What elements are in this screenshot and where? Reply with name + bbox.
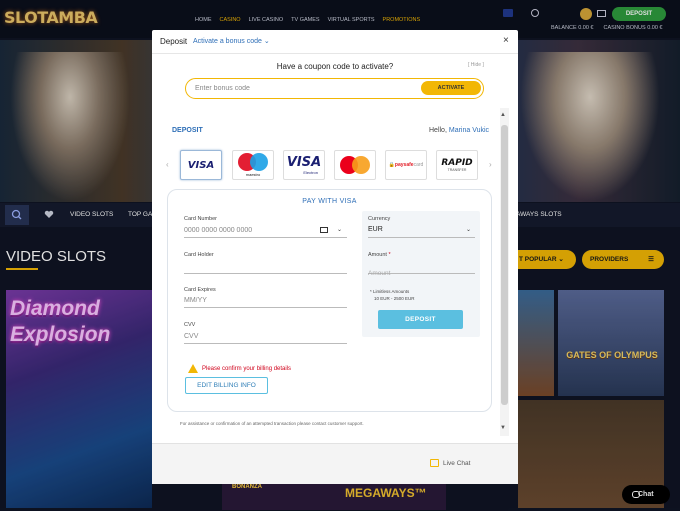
amount-label-text: Amount <box>368 252 387 258</box>
warning-icon <box>188 364 198 373</box>
edit-billing-button[interactable]: EDIT BILLING INFO <box>185 377 268 394</box>
payment-method-paysafecard[interactable]: 🔒paysafecard <box>385 150 427 180</box>
card-holder-field <box>184 262 347 274</box>
paysafecard-logo: 🔒paysafecard <box>388 162 424 168</box>
coupon-question: Have a coupon code to activate? <box>276 62 394 71</box>
payment-method-rapid[interactable]: RAPID TRANSFER <box>436 150 478 180</box>
card-holder-input[interactable] <box>184 263 347 270</box>
activate-bonus-link[interactable]: Activate a bonus code ⌄ <box>193 37 270 45</box>
chevron-left-icon[interactable]: ‹ <box>166 160 169 169</box>
billing-warning: Please confirm your billing details <box>202 366 292 372</box>
cvv-input[interactable] <box>184 333 347 340</box>
activate-button[interactable]: ACTIVATE <box>421 81 481 95</box>
rapid-sublabel: TRANSFER <box>447 168 467 172</box>
limits-range: 10 EUR - 2500 EUR <box>374 296 415 301</box>
scrollbar-thumb[interactable] <box>501 125 508 405</box>
rapid-logo: RAPID <box>441 158 473 168</box>
scroll-down-icon[interactable]: ▼ <box>500 425 506 431</box>
deposit-submit-button[interactable]: DEPOSIT <box>378 310 463 329</box>
bonus-link-label: Activate a bonus code <box>193 38 262 45</box>
deposit-limits: * Limitless Amounts 10 EUR - 2500 EUR <box>370 288 415 302</box>
pay-with-title: PAY WITH VISA <box>302 198 357 205</box>
modal-title: Deposit <box>160 37 188 46</box>
assistance-note: For assistance or confirmation of an att… <box>180 421 364 426</box>
card-expires-input[interactable] <box>184 297 347 304</box>
limits-title: * Limitless Amounts <box>370 289 410 294</box>
payment-method-mastercard[interactable] <box>334 150 376 180</box>
currency-label: Currency <box>368 216 391 222</box>
chevron-down-icon[interactable]: ⌄ <box>337 226 342 233</box>
cvv-label: CVV <box>184 322 196 328</box>
cvv-field <box>184 332 347 344</box>
currency-value: EUR <box>368 226 383 233</box>
card-number-input[interactable] <box>184 227 314 234</box>
chevron-down-icon: ⌄ <box>263 38 270 45</box>
amount-field <box>368 262 475 277</box>
bonus-code-input[interactable] <box>195 83 405 94</box>
live-chat-icon[interactable] <box>430 459 439 467</box>
maestro-logo-icon <box>238 153 268 171</box>
greeting: Hello, Marina Vukic <box>429 127 489 134</box>
electron-label: Electron <box>303 170 318 175</box>
visa-electron-logo: VISA <box>286 155 322 170</box>
chevron-down-icon: ⌄ <box>465 227 471 233</box>
required-mark: * <box>388 252 391 258</box>
chevron-right-icon[interactable]: › <box>489 160 492 169</box>
user-name[interactable]: Marina Vukic <box>449 127 489 134</box>
visa-logo: VISA <box>187 159 215 171</box>
payment-method-visa[interactable]: VISA <box>180 150 222 180</box>
maestro-label: maestro <box>245 172 261 177</box>
card-number-label: Card Number <box>184 216 218 222</box>
deposit-section-title: DEPOSIT <box>172 127 203 134</box>
scroll-up-icon[interactable]: ▲ <box>500 112 506 118</box>
amount-input[interactable] <box>368 270 475 277</box>
hide-coupon-link[interactable]: [ Hide ] <box>468 62 484 68</box>
card-expires-field <box>184 296 347 308</box>
card-icon <box>320 227 328 233</box>
payment-method-visa-electron[interactable]: VISA Electron <box>283 150 325 180</box>
hello-prefix: Hello, <box>429 127 447 134</box>
close-icon[interactable]: × <box>503 35 509 46</box>
amount-label: Amount * <box>368 252 391 258</box>
mastercard-logo-icon <box>340 156 370 174</box>
payment-method-maestro[interactable]: maestro <box>232 150 274 180</box>
card-holder-label: Card Holder <box>184 252 214 258</box>
live-chat-link[interactable]: Live Chat <box>443 460 470 467</box>
currency-select[interactable]: EUR ⌄ <box>368 226 475 238</box>
card-expires-label: Card Expires <box>184 287 216 293</box>
